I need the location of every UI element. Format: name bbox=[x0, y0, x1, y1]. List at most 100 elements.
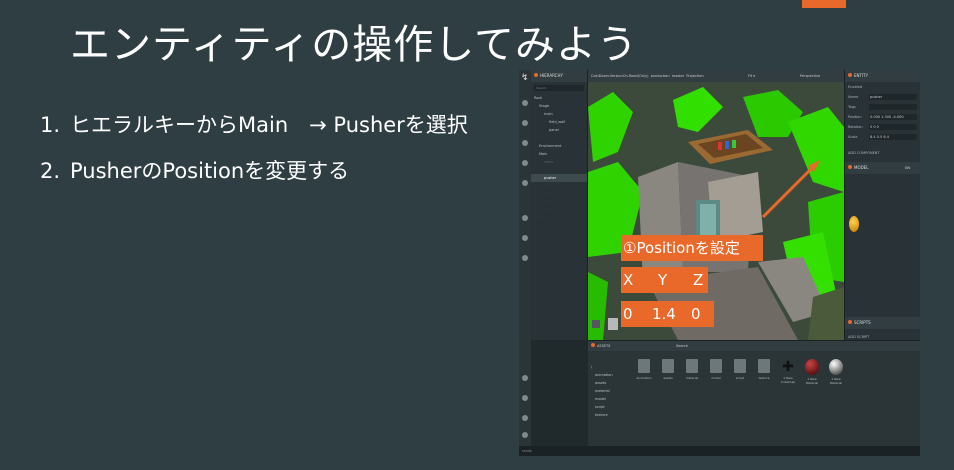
inspector-row-position[interactable]: Position 0.000 1.300 -4.000 bbox=[845, 112, 920, 122]
row-label: Rotation bbox=[848, 125, 863, 129]
toolbar-tool-icon[interactable] bbox=[522, 140, 528, 146]
scene-viewport[interactable]: CoinDozer-VersionOn-Road(Only) productio… bbox=[588, 70, 844, 340]
material-sphere-icon bbox=[829, 359, 843, 375]
asset-folder[interactable]: material bbox=[681, 359, 703, 380]
asset-folder[interactable]: texture bbox=[753, 359, 775, 380]
toolbar-tool-icon[interactable] bbox=[522, 415, 528, 421]
tree-item[interactable]: main bbox=[531, 110, 587, 118]
material-preview-icon bbox=[849, 216, 859, 232]
toolbar-tool-icon[interactable] bbox=[522, 235, 528, 241]
toolbar-tool-icon[interactable] bbox=[522, 375, 528, 381]
tree-item[interactable]: · · · bbox=[531, 206, 587, 214]
asset-label: material bbox=[685, 376, 699, 380]
scripts-section-title: SCRIPTS bbox=[854, 320, 871, 325]
toolbar-tool-icon[interactable] bbox=[522, 255, 528, 261]
inspector-row-enabled[interactable]: Enabled bbox=[845, 82, 920, 92]
inspector-row-name[interactable]: Name pusher bbox=[845, 92, 920, 102]
position-callout: ①Positionを設定 bbox=[621, 235, 763, 261]
step-item: 2. PusherのPositionを変更する bbox=[40, 156, 468, 202]
tree-item[interactable]: · · · bbox=[531, 134, 587, 142]
toolbar-tool-icon[interactable] bbox=[522, 160, 528, 166]
xyz-axis-callout: X Y Z bbox=[621, 267, 708, 293]
tree-item[interactable]: · · · bbox=[531, 182, 587, 190]
asset-tree-item[interactable]: material bbox=[591, 387, 631, 395]
assets-tree: / animation assets material model script… bbox=[591, 363, 631, 419]
tree-item[interactable]: Environment bbox=[531, 142, 587, 150]
asset-label: script bbox=[735, 376, 745, 380]
scripts-section-header[interactable]: SCRIPTS bbox=[845, 317, 920, 329]
asset-cubemap[interactable]: ✚ 1 New Cubemap bbox=[777, 359, 799, 384]
toolbar-tool-icon[interactable] bbox=[522, 395, 528, 401]
asset-material[interactable]: 1 New Material bbox=[825, 359, 847, 385]
tree-item[interactable]: Main bbox=[531, 150, 587, 158]
toolbar-tool-icon[interactable] bbox=[522, 432, 528, 438]
add-component-button[interactable]: ADD COMPONENT bbox=[845, 148, 920, 158]
assets-title: ASSETS bbox=[597, 344, 611, 348]
inspector-panel: ENTITY Enabled Name pusher Tags Position 0… bbox=[844, 70, 920, 340]
folder-icon bbox=[638, 359, 650, 373]
name-field[interactable]: pusher bbox=[869, 94, 917, 100]
inspector-row-tags[interactable]: Tags bbox=[845, 102, 920, 112]
position-field[interactable]: 0.000 1.300 -4.000 bbox=[869, 114, 917, 120]
viewport-zoom[interactable]: Fit ▾ bbox=[748, 70, 755, 82]
step-text: PusherのPositionを変更する bbox=[70, 159, 350, 183]
tree-item[interactable]: field_wall bbox=[531, 118, 587, 126]
assets-dot-icon bbox=[591, 343, 595, 347]
toolbar-tool-icon[interactable] bbox=[522, 215, 528, 221]
tree-item[interactable]: · · · bbox=[531, 214, 587, 222]
asset-tree-item[interactable]: texture bbox=[591, 411, 631, 419]
inspector-dot-icon bbox=[848, 73, 852, 77]
inspector-row-rotation[interactable]: Rotation 0 0 0 bbox=[845, 122, 920, 132]
assets-search-input[interactable]: Search bbox=[676, 341, 688, 351]
tree-item[interactable]: · · · bbox=[531, 190, 587, 198]
folder-icon bbox=[758, 359, 770, 373]
asset-folder[interactable]: model bbox=[705, 359, 727, 380]
asset-tree-item[interactable]: / bbox=[591, 363, 631, 371]
asset-tree-item[interactable]: animation bbox=[591, 371, 631, 379]
value-y-label: 1.4 bbox=[652, 305, 676, 323]
tree-item[interactable]: panel bbox=[531, 126, 587, 134]
asset-folder[interactable]: animation bbox=[633, 359, 655, 380]
hierarchy-search-input[interactable]: Search bbox=[534, 85, 584, 91]
viewport-tab[interactable]: master bbox=[672, 74, 684, 78]
scripts-dot-icon bbox=[848, 320, 852, 324]
inspector-row-scale[interactable]: Scale 8.4 0.5 6.4 bbox=[845, 132, 920, 142]
toolbar-tool-icon[interactable] bbox=[522, 120, 528, 126]
rotation-field[interactable]: 0 0 0 bbox=[869, 124, 917, 130]
tree-item-pusher[interactable]: pusher bbox=[531, 174, 587, 182]
accent-tab bbox=[802, 0, 846, 8]
asset-tree-item[interactable]: assets bbox=[591, 379, 631, 387]
tree-item[interactable]: · · · bbox=[531, 166, 587, 174]
value-z-label: 0 bbox=[691, 305, 701, 323]
tree-item[interactable]: · · · bbox=[531, 198, 587, 206]
tree-item[interactable]: coins bbox=[531, 158, 587, 166]
row-label: Tags bbox=[848, 105, 856, 109]
slide-title: エンティティの操作してみよう bbox=[70, 22, 638, 68]
viewport-tab[interactable]: Projection bbox=[686, 74, 703, 78]
scale-field[interactable]: 8.4 0.5 6.4 bbox=[869, 134, 917, 140]
cubemap-icon: ✚ bbox=[782, 359, 794, 375]
camera-select[interactable]: Perspective bbox=[800, 70, 820, 82]
folder-icon bbox=[734, 359, 746, 373]
model-section-header[interactable]: MODEL ON bbox=[845, 162, 920, 174]
viewport-tab[interactable]: CoinDozer-VersionOn-Road(Only) bbox=[591, 74, 649, 78]
row-label: Name bbox=[848, 95, 859, 99]
asset-folder[interactable]: script bbox=[729, 359, 751, 380]
model-toggle[interactable]: ON bbox=[905, 162, 910, 174]
step-item: 1. ヒエラルキーからMain → Pusherを選択 bbox=[40, 110, 468, 156]
asset-folder[interactable]: assets bbox=[657, 359, 679, 380]
row-label: Position bbox=[848, 115, 862, 119]
tree-item[interactable]: Stage bbox=[531, 102, 587, 110]
asset-tree-item[interactable]: script bbox=[591, 403, 631, 411]
asset-material[interactable]: 1 New Material bbox=[801, 359, 823, 385]
toolbar-tool-icon[interactable] bbox=[522, 100, 528, 106]
axis-x-label: X bbox=[623, 271, 634, 289]
tree-item[interactable]: Root bbox=[531, 94, 587, 102]
tags-field[interactable] bbox=[869, 104, 917, 110]
asset-tree-item[interactable]: model bbox=[591, 395, 631, 403]
toolbar-tool-icon[interactable] bbox=[522, 180, 528, 186]
step-number: 2. bbox=[40, 159, 61, 183]
axis-z-label: Z bbox=[693, 271, 704, 289]
axis-y-label: Y bbox=[658, 271, 668, 289]
viewport-tab[interactable]: production bbox=[651, 74, 670, 78]
